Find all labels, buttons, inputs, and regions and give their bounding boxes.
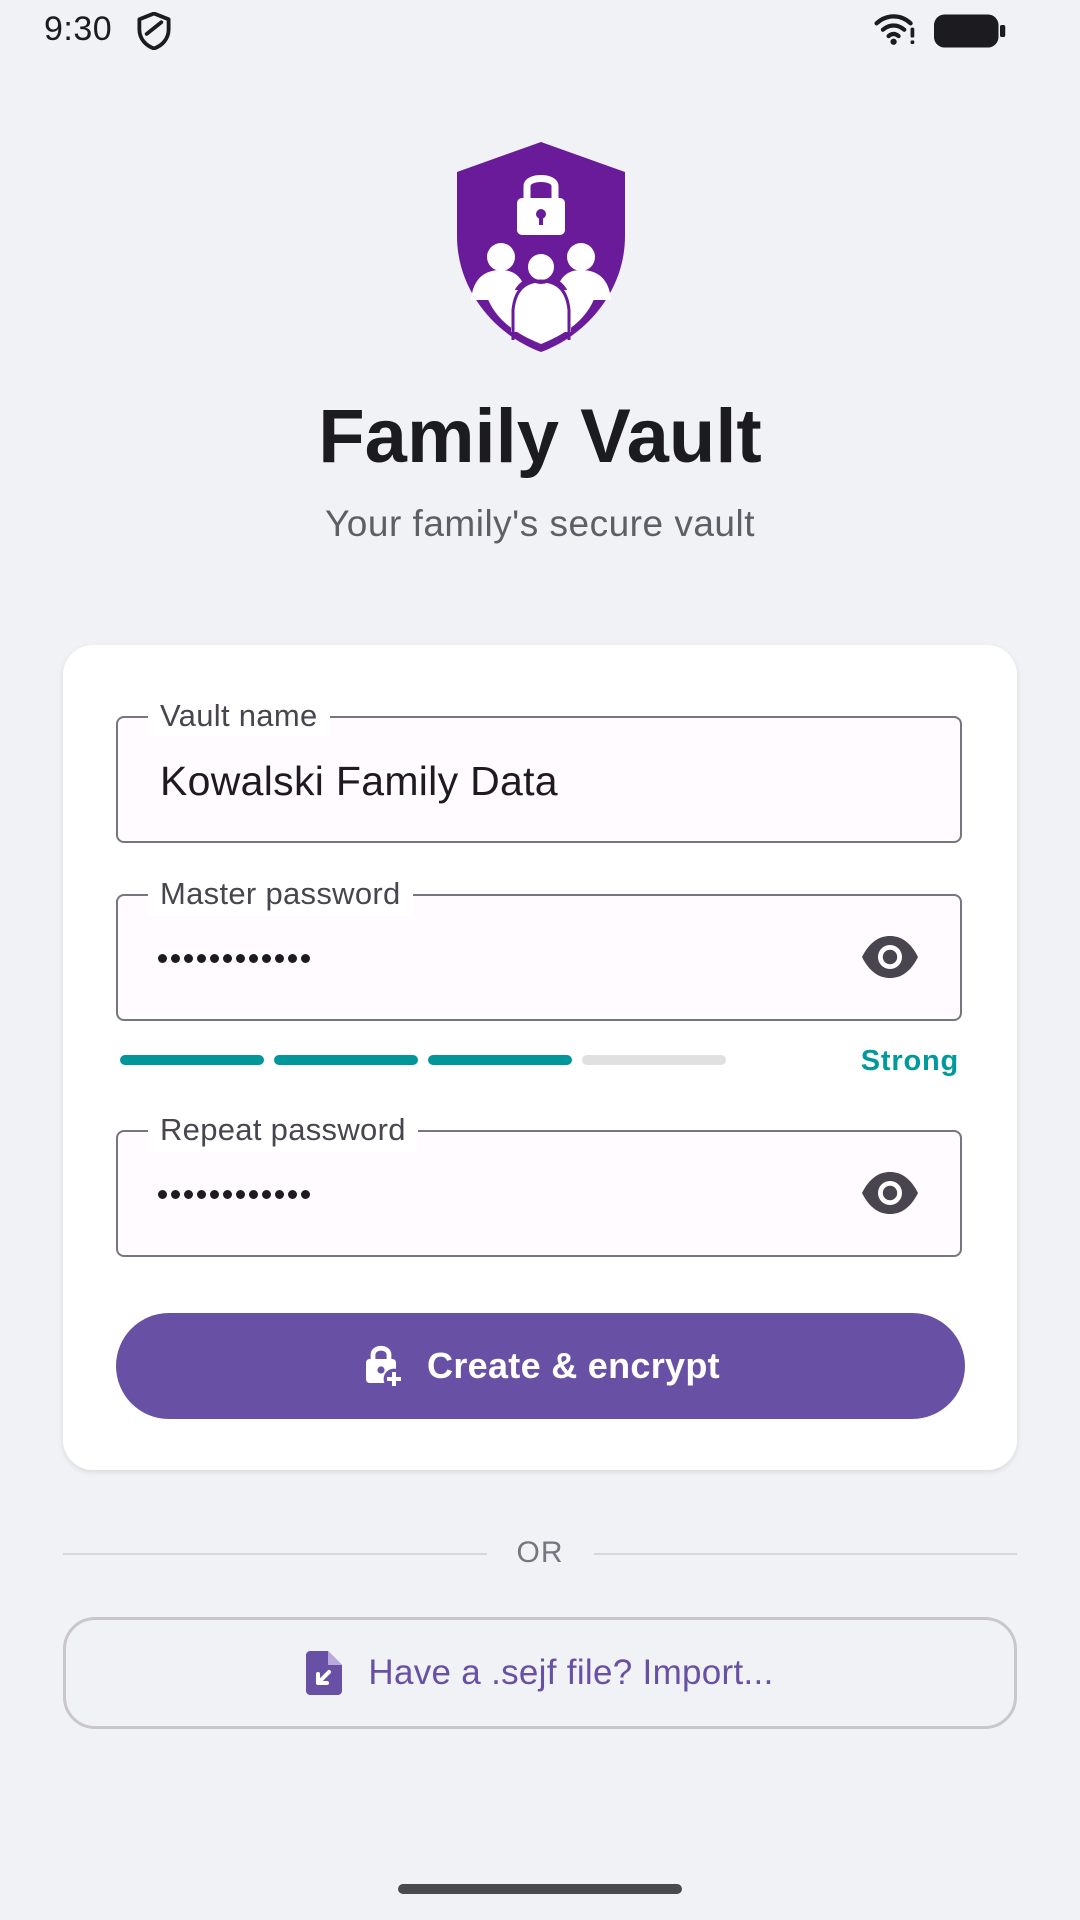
status-bar: 9:30 [0,0,1080,60]
password-dot [184,953,193,963]
password-dot [249,953,258,963]
create-encrypt-button[interactable]: Create & encrypt [116,1313,965,1419]
password-dot [288,953,297,963]
eye-icon[interactable] [860,932,920,982]
password-dot [275,953,284,963]
password-dot [158,1189,167,1199]
strength-segment [582,1055,726,1065]
wifi-icon [874,14,915,45]
divider-right [594,1553,1017,1555]
shield-icon [137,12,171,50]
password-dot [223,953,232,963]
password-dot [262,953,271,963]
password-dot [249,1189,258,1199]
strength-segment [274,1055,418,1065]
password-dot [262,1189,271,1199]
master-password-label: Master password [148,872,413,916]
app-subtitle: Your family's secure vault [325,503,755,544]
import-file-label: Have a .sejf file? Import... [368,1653,774,1692]
app-title: Family Vault [318,394,762,479]
lock-add-icon [366,1345,405,1390]
password-dot [158,953,167,963]
password-strength-label: Strong [860,1045,959,1077]
password-dot [210,953,219,963]
repeat-password-label: Repeat password [148,1108,418,1152]
divider-left [63,1553,487,1555]
status-time: 9:30 [44,10,113,48]
password-dot [223,1189,232,1199]
repeat-password-field[interactable]: Repeat password [116,1108,962,1257]
password-dot [210,1189,219,1199]
password-dot [236,1189,245,1199]
family-shield-lock-logo [457,142,625,352]
master-password-field[interactable]: Master password [116,872,962,1021]
password-strength-meter [120,1055,962,1065]
password-dot [184,1189,193,1199]
strength-segment [428,1055,572,1065]
vault-name-label: Vault name [148,694,330,738]
home-indicator[interactable] [398,1884,682,1894]
file-import-icon [306,1651,343,1695]
vault-name-field[interactable]: Vault name Kowalski Family Data [116,694,962,843]
master-password-dots [158,948,310,968]
password-dot [301,1189,310,1199]
or-divider-text: OR [516,1536,564,1569]
vault-name-value: Kowalski Family Data [160,758,558,804]
battery-icon [934,14,1006,48]
password-dot [236,953,245,963]
password-dot [275,1189,284,1199]
password-dot [171,953,180,963]
repeat-password-dots [158,1184,310,1204]
eye-icon[interactable] [860,1168,920,1218]
create-encrypt-label: Create & encrypt [427,1345,720,1386]
password-dot [171,1189,180,1199]
password-dot [288,1189,297,1199]
password-dot [301,953,310,963]
strength-segment [120,1055,264,1065]
password-dot [197,953,206,963]
password-dot [197,1189,206,1199]
import-file-button[interactable]: Have a .sejf file? Import... [63,1617,1017,1729]
